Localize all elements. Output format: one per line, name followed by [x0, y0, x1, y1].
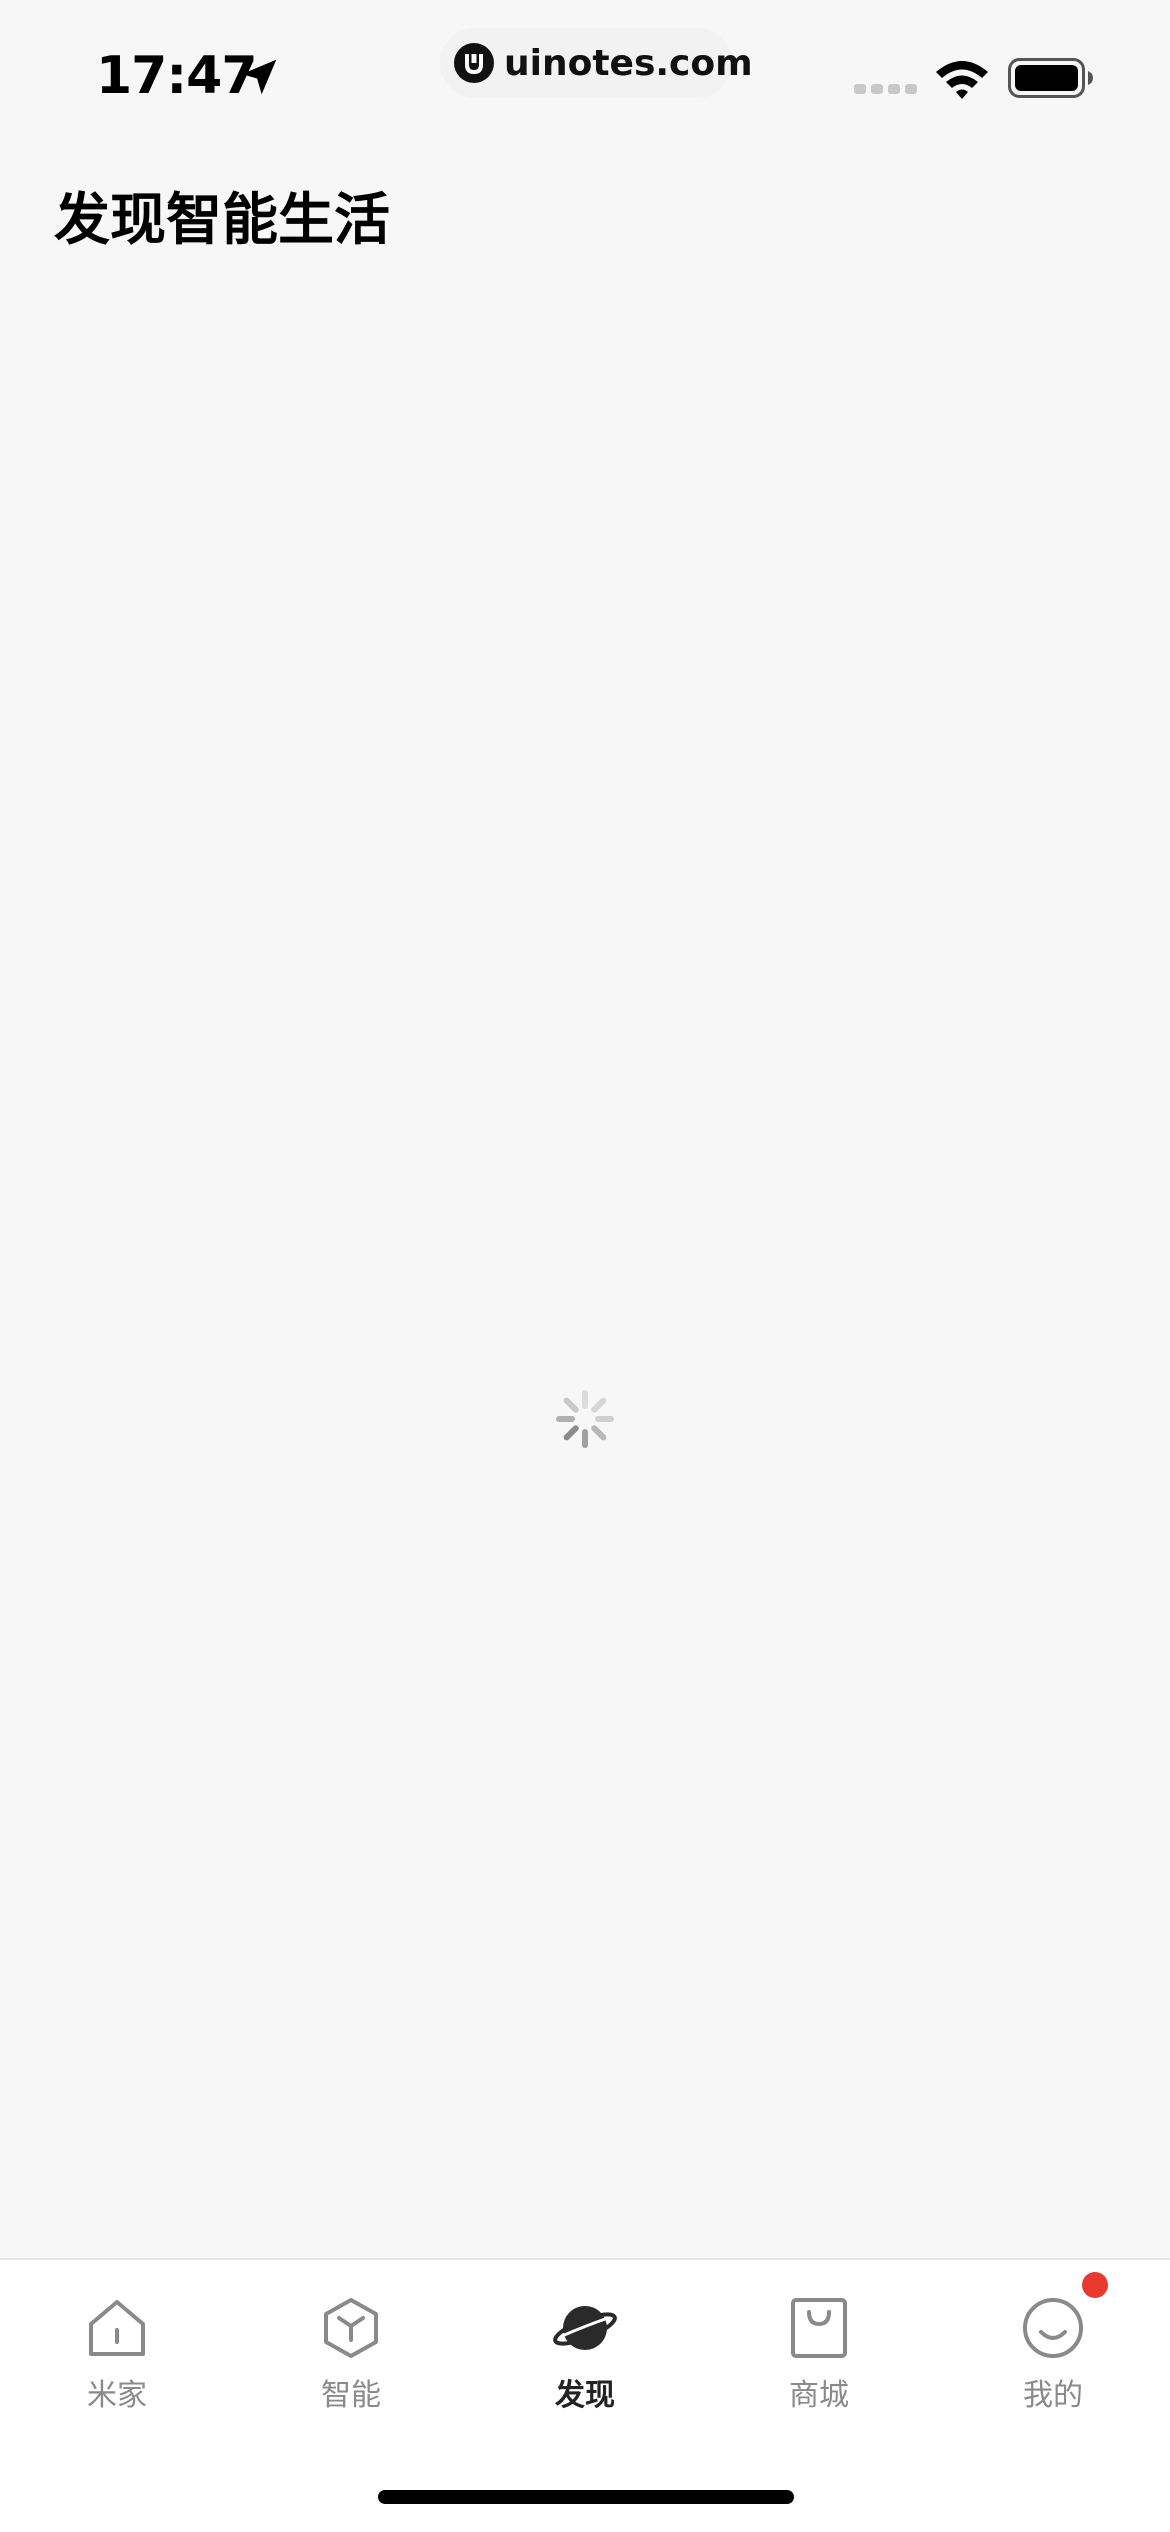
shopping-bag-icon [791, 2298, 847, 2358]
page-title: 发现智能生活 [54, 188, 390, 253]
wifi-icon [936, 61, 988, 99]
cellular-signal-icon [854, 84, 917, 94]
status-bar: 17:47 uinotes.com [0, 0, 1170, 140]
notification-badge [1082, 2272, 1108, 2298]
location-arrow-icon [241, 59, 277, 95]
screen: 17:47 uinotes.com 发现智能生活 米家 智能 发现 商城 我的 [0, 0, 1170, 2532]
home-indicator[interactable] [378, 2490, 794, 2504]
smiley-face-icon [1023, 2298, 1083, 2358]
home-icon [89, 2300, 145, 2356]
planet-icon [553, 2306, 617, 2350]
url-text: uinotes.com [504, 42, 753, 84]
tab-discover[interactable]: 发现 [515, 2296, 655, 2436]
cube-icon [324, 2298, 378, 2358]
battery-icon [1008, 58, 1093, 98]
tab-home[interactable]: 米家 [47, 2296, 187, 2436]
tab-smart-label: 智能 [321, 2378, 381, 2413]
tab-profile[interactable]: 我的 [983, 2296, 1123, 2436]
tab-mall-label: 商城 [789, 2378, 849, 2413]
url-pill[interactable]: uinotes.com [440, 28, 753, 98]
tab-discover-label: 发现 [555, 2378, 615, 2413]
tab-home-label: 米家 [87, 2378, 147, 2413]
tab-smart[interactable]: 智能 [281, 2296, 421, 2436]
tab-profile-label: 我的 [1023, 2378, 1083, 2413]
tab-mall[interactable]: 商城 [749, 2296, 889, 2436]
uinotes-logo-icon [454, 43, 494, 83]
status-time: 17:47 [96, 46, 258, 106]
loading-spinner-icon [556, 1390, 614, 1448]
